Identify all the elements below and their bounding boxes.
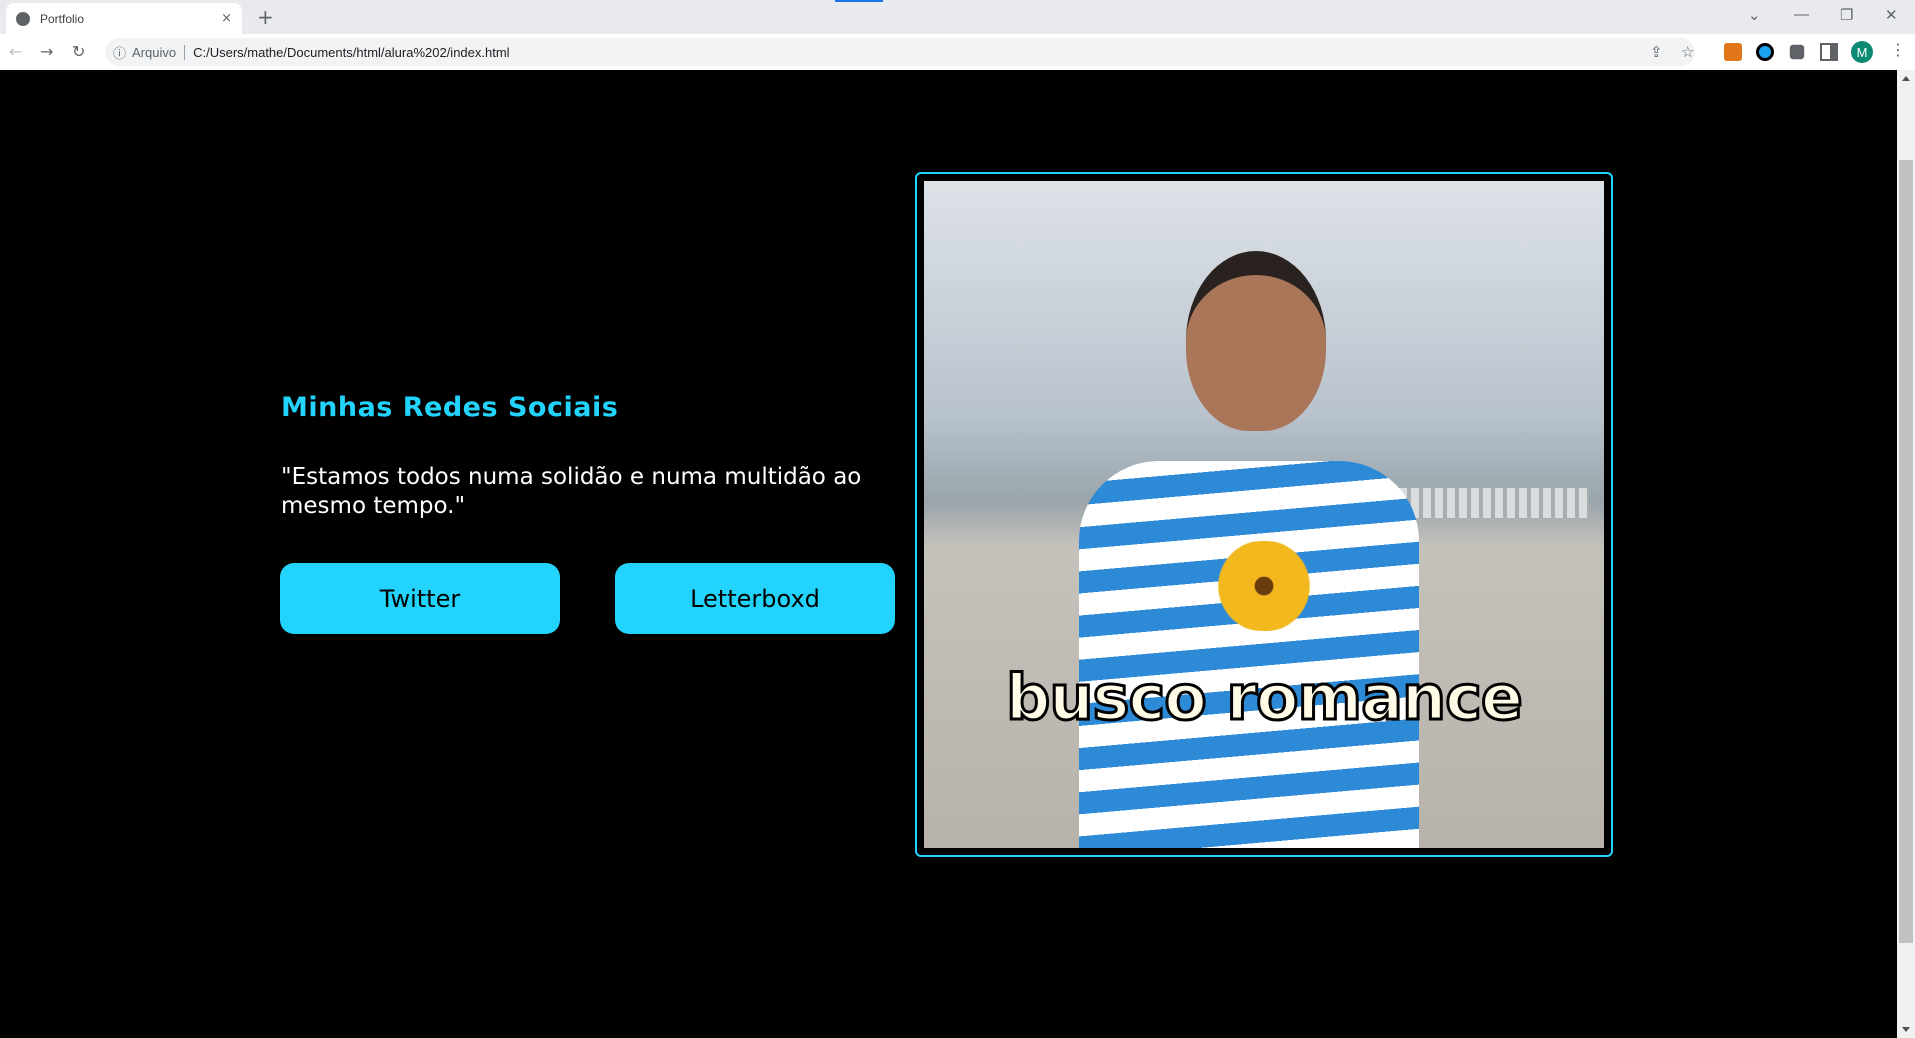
clock-extension-icon[interactable] [1756, 43, 1774, 61]
quote-text: "Estamos todos numa solidão e numa multi… [281, 464, 862, 519]
side-panel-icon[interactable] [1820, 43, 1838, 61]
page-scrollbar[interactable] [1897, 70, 1915, 1038]
photo-person-shirt [1079, 461, 1419, 848]
tab-portfolio[interactable]: Portfolio × [6, 3, 242, 34]
info-icon[interactable]: ⓘ [113, 43, 126, 62]
tab-title: Portfolio [40, 11, 85, 26]
minimize-button[interactable]: — [1794, 6, 1809, 23]
bookmark-star-icon[interactable]: ☆ [1681, 43, 1694, 61]
page-heading: Minhas Redes Sociais [281, 392, 619, 423]
new-tab-button[interactable]: + [257, 5, 274, 29]
address-bar[interactable]: ⓘ Arquivo C:/Users/mathe/Documents/html/… [105, 38, 1695, 66]
photo-person-head [1186, 251, 1326, 431]
browser-toolbar: ← → ↻ ⓘ Arquivo C:/Users/mathe/Documents… [0, 34, 1915, 70]
scroll-up-arrow-icon[interactable] [1902, 76, 1910, 81]
letterboxd-button[interactable]: Letterboxd [615, 563, 895, 634]
close-window-button[interactable]: ✕ [1885, 6, 1898, 24]
twitter-button[interactable]: Twitter [280, 563, 560, 634]
back-button[interactable]: ← [9, 42, 22, 61]
tab-close-button[interactable]: × [221, 11, 232, 26]
profile-image-frame: busco romance [915, 172, 1613, 857]
photo-sunflowers [1204, 541, 1324, 631]
tab-strip: Portfolio × + ⌄ — ❐ ✕ [0, 0, 1915, 34]
restore-button[interactable]: ❐ [1840, 6, 1853, 24]
browser-menu-icon[interactable]: ⋮ [1890, 40, 1906, 59]
photo-caption: busco romance [1005, 660, 1525, 736]
metamask-extension-icon[interactable] [1724, 43, 1742, 61]
scrollbar-thumb[interactable] [1899, 160, 1913, 943]
scroll-down-arrow-icon[interactable] [1902, 1027, 1910, 1032]
reload-button[interactable]: ↻ [72, 42, 85, 61]
profile-avatar[interactable]: M [1851, 41, 1873, 63]
tab-search-icon[interactable]: ⌄ [1748, 6, 1761, 24]
extensions-puzzle-icon[interactable] [1789, 44, 1805, 60]
photo-city-skyline [1399, 488, 1589, 518]
forward-button[interactable]: → [40, 42, 53, 61]
security-label: Arquivo [132, 44, 186, 60]
globe-icon [16, 11, 30, 26]
profile-photo: busco romance [924, 181, 1604, 848]
loading-indicator [835, 0, 883, 2]
url-text[interactable]: C:/Users/mathe/Documents/html/alura%202/… [193, 45, 509, 60]
share-icon[interactable]: ⇪ [1650, 43, 1663, 61]
